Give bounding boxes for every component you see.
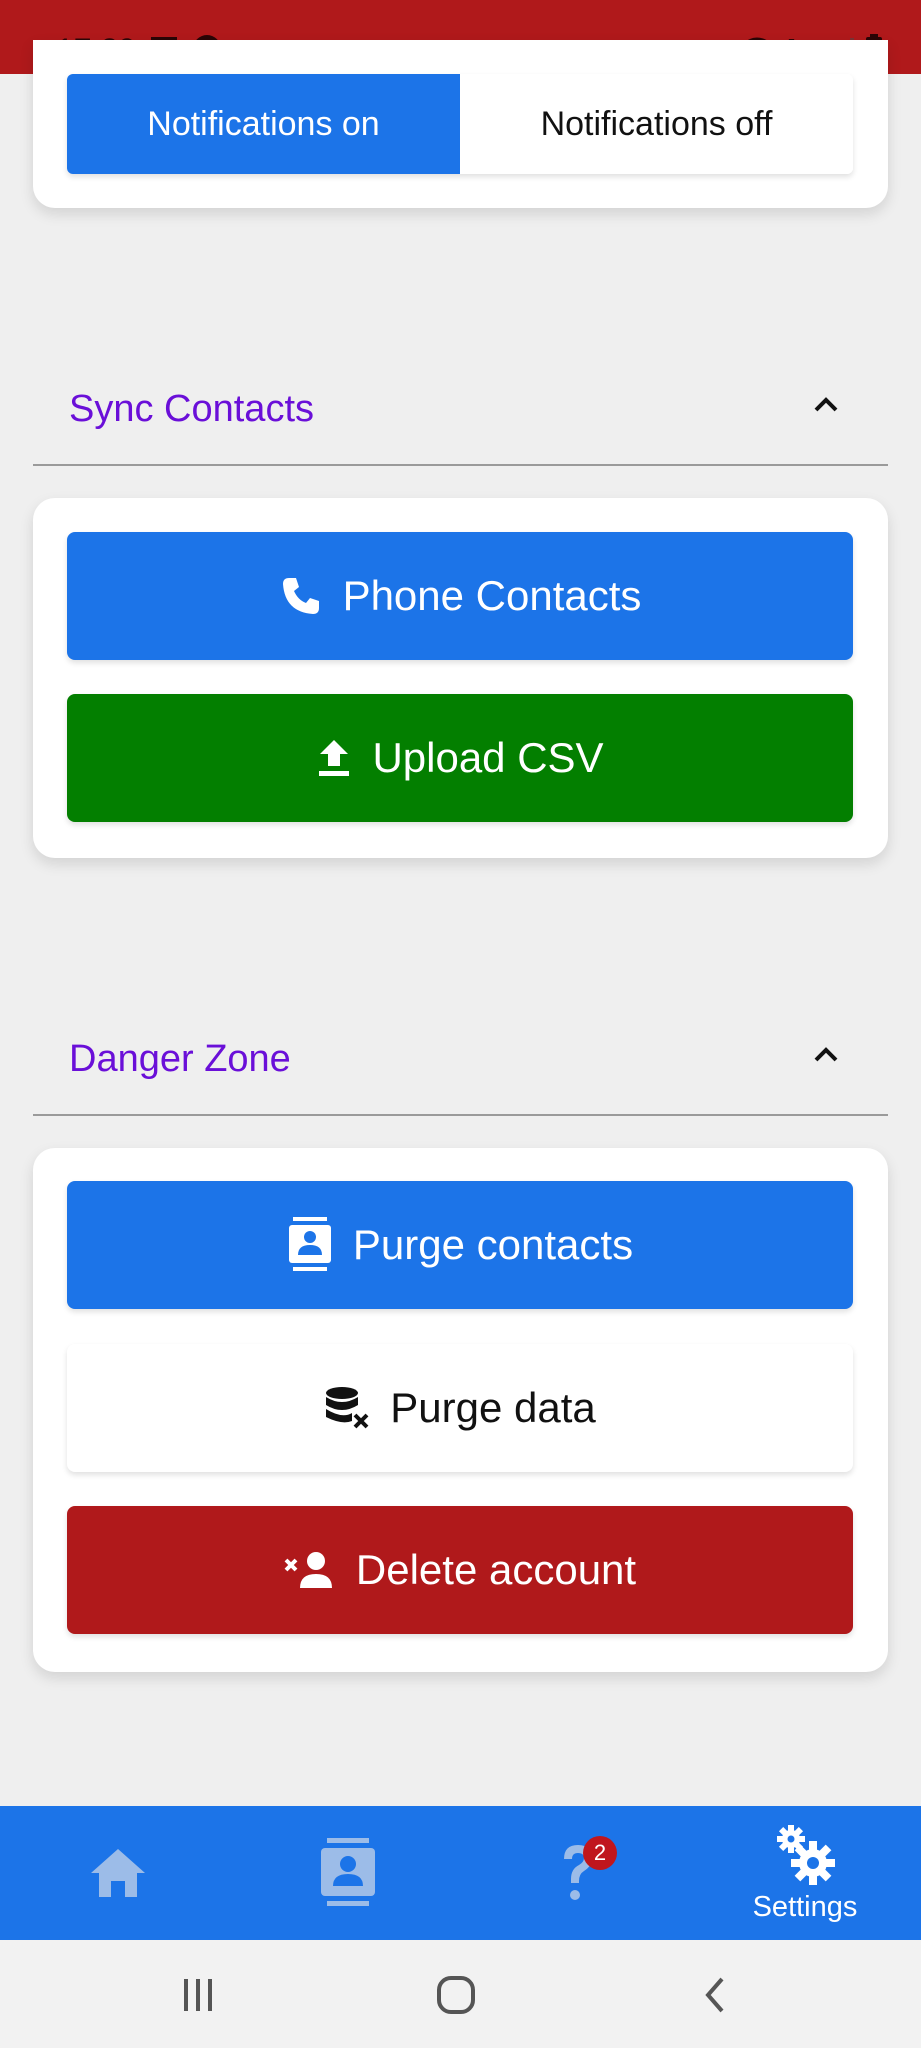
nav-settings-label: Settings (752, 1890, 858, 1923)
danger-zone-header[interactable]: Danger Zone (33, 1002, 888, 1116)
notifications-toggle-group: Notifications on Notifications off (67, 74, 853, 174)
upload-csv-button[interactable]: Upload CSV (67, 694, 853, 822)
nav-home[interactable] (43, 1806, 193, 1940)
home-system-button[interactable] (426, 1970, 486, 2020)
gear-icon (777, 1824, 835, 1885)
delete-account-label: Delete account (355, 1546, 637, 1593)
section-title: Danger Zone (69, 1038, 291, 1080)
upload-csv-label: Upload CSV (372, 734, 604, 781)
phone-contacts-label: Phone Contacts (342, 572, 642, 619)
bottom-navigation: 2 Settings (0, 1806, 921, 1940)
nav-settings[interactable]: Settings (730, 1806, 880, 1940)
home-circle-icon (437, 1976, 475, 2014)
phone-contacts-button[interactable]: Phone Contacts (67, 532, 853, 660)
purge-data-label: Purge data (390, 1384, 596, 1431)
help-badge: 2 (583, 1836, 617, 1870)
purge-contacts-button[interactable]: Purge contacts (67, 1181, 853, 1309)
chevron-up-icon[interactable] (808, 1036, 844, 1072)
sync-contacts-header[interactable]: Sync Contacts (33, 352, 888, 466)
upload-icon (319, 740, 350, 776)
purge-contacts-label: Purge contacts (352, 1221, 634, 1268)
system-navigation-bar (0, 1940, 921, 2048)
delete-account-button[interactable]: Delete account (67, 1506, 853, 1634)
recent-apps-icon (184, 1979, 212, 2011)
nav-contacts[interactable] (273, 1806, 423, 1940)
section-title: Sync Contacts (69, 388, 314, 430)
danger-zone-card: Purge contacts Purge data Delete account (33, 1148, 888, 1672)
purge-data-button[interactable]: Purge data (67, 1344, 853, 1472)
notifications-off-button[interactable]: Notifications off (460, 74, 853, 174)
notifications-on-button[interactable]: Notifications on (67, 74, 460, 174)
user-remove-icon (284, 1552, 332, 1588)
recent-apps-button[interactable] (168, 1970, 228, 2020)
nav-help[interactable]: 2 (503, 1806, 653, 1940)
contacts-icon (321, 1838, 375, 1906)
chevron-up-icon[interactable] (808, 386, 844, 422)
back-button[interactable] (684, 1970, 744, 2020)
home-icon (91, 1849, 145, 1897)
phone-icon (282, 578, 319, 614)
contacts-icon (288, 1217, 331, 1271)
notifications-card: Notifications on Notifications off (33, 40, 888, 208)
back-icon (705, 1977, 724, 2013)
sync-contacts-card: Phone Contacts Upload CSV (33, 498, 888, 858)
database-remove-icon (326, 1387, 369, 1429)
